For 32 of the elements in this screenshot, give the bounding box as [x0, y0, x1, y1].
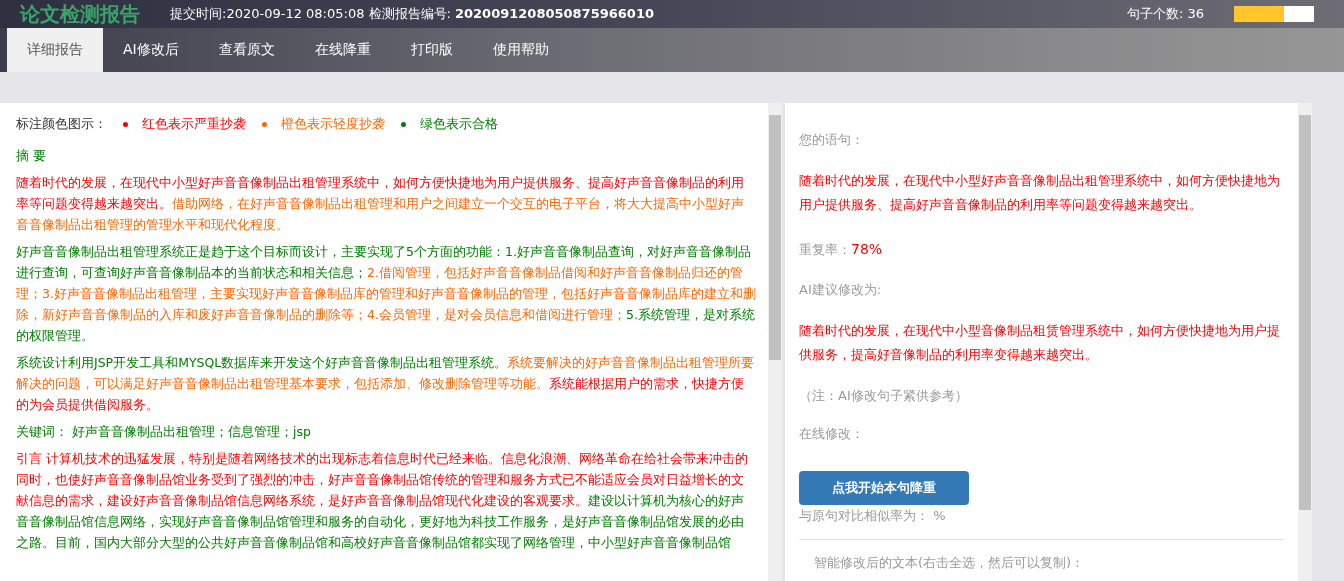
original-sentence: 随着时代的发展，在现代中小型好声音音像制品出租管理系统中，如何方便快捷地为用户提供服务、提高好声音音像制品的利用率等问题变得越来越突出。 — [799, 172, 1281, 214]
tab[interactable]: 打印版 — [390, 28, 473, 72]
sentence-label: 您的语句： — [799, 131, 865, 149]
rewrite-button[interactable]: 点我开始本句降重 — [799, 471, 969, 505]
tab[interactable]: 查看原文 — [198, 28, 295, 72]
report-paragraph: 关键词： 好声音音像制品出租管理；信息管理；jsp — [16, 423, 312, 441]
scrollbar[interactable] — [1298, 103, 1312, 581]
report-paragraph: 引言 计算机技术的迅猛发展，特别是随着网络技术的出现标志着信息时代已经来临。信息化浪潮、网络革命在给社会带来冲击的同时，也使好声音音像制品馆业务受到了强烈的冲击，好声音音像制品馆传统的管理和服务方式已不能适应会员对日益增长的文献信息的需求，建设好声音音像制品馆信息网络系统，是好声音音像制品馆现代化建设的客观要求。建设以计算机为核心的好声音音像制品馆信息网络，实现好声音音像制品馆管理和服务的自动化，更好地为科技工作服务，是好声音音像制品馆发展的必由之路。目前，国内大部分大型的公共好声音音像制品馆和高校好声音音像制品馆都实现了网络管理，中小型好声音音像制品馆 — [16, 450, 749, 552]
online-edit-label: 在线修改： — [799, 425, 865, 443]
report-paragraph: 摘 要 — [16, 147, 47, 165]
scrollbar[interactable] — [768, 103, 782, 581]
tab[interactable]: 使用帮助 — [472, 28, 569, 72]
tab[interactable]: 详细报告 — [7, 28, 103, 72]
sentence-count: 句子个数: 36 — [1126, 5, 1204, 23]
report-paragraph: 系统设计利用JSP开发工具和MYSQL数据库来开发这个好声音音像制品出租管理系统。系统要解决的好声音音像制品出租管理所要解决的问题，可以满足好声音音像制品出租管理基本要求，包括添加、修改删除管理等功能。系统能根据用户的需求，快捷方便的为会员提供借阅服务。 — [16, 354, 756, 414]
legend-text: 绿色表示合格 — [420, 115, 498, 133]
similarity-text: 与原句对比相似率为： % — [799, 507, 1284, 540]
legend-label: 标注颜色图示： — [16, 115, 107, 133]
rate-value: 78% — [851, 240, 883, 259]
legend-text: 红色表示严重抄袭 — [142, 115, 246, 133]
rate-label: 重复率： — [799, 241, 851, 259]
legend-text: 橙色表示轻度抄袭 — [281, 115, 385, 133]
note-text: （注：AI修改句子紧供参考） — [799, 387, 969, 405]
report-title: 论文检测报告 — [20, 0, 140, 28]
ai-sentence: 随着时代的发展，在现代中小型音像制品租赁管理系统中，如何方便快捷地为用户提供服务，提高好音像制品的利用率变得越来越突出。 — [799, 322, 1281, 364]
report-paragraph: 随着时代的发展，在现代中小型好声音音像制品出租管理系统中，如何方便快捷地为用户提供服务、提高好声音音像制品的利用率等问题变得越来越突出。借助网络，在好声音音像制品出租管理和用户之间建立一个交互的电子平台，将大大提高中小型好声音音像制品出租管理的管理水平和现代化程度。 — [16, 174, 745, 234]
tab[interactable]: AI修改后 — [103, 28, 199, 72]
report-paragraph: 好声音音像制品出租管理系统正是趋于这个目标而设计，主要实现了5个方面的功能：1.好声音音像制品查询，对好声音音像制品进行查询，可查询好声音音像制品本的当前状态和相关信息；2.借阅管理，包括好声音音像制品借阅和好声音音像制品归还的管理；3.好声音音像制品出租管理，主要实现好声音音像制品库的管理和好声音音像制品的管理，包括好声音音像制品库的建立和删除，新好声音音像制品的入库和废好声音音像制品的删除等；4.会员管理，是对会员信息和借阅进行管理；5.系统管理，是对系统的权限管理。 — [16, 243, 756, 345]
result-label: 智能修改后的文本(右击全选，然后可以复制)： — [813, 554, 1086, 572]
ai-label: AI建议修改为: — [799, 281, 883, 299]
submit-time-label: 提交时间:2020-09-12 08:05:08 检测报告编号: 2020091208050875966010 — [170, 5, 654, 23]
tab[interactable]: 在线降重 — [294, 28, 391, 72]
